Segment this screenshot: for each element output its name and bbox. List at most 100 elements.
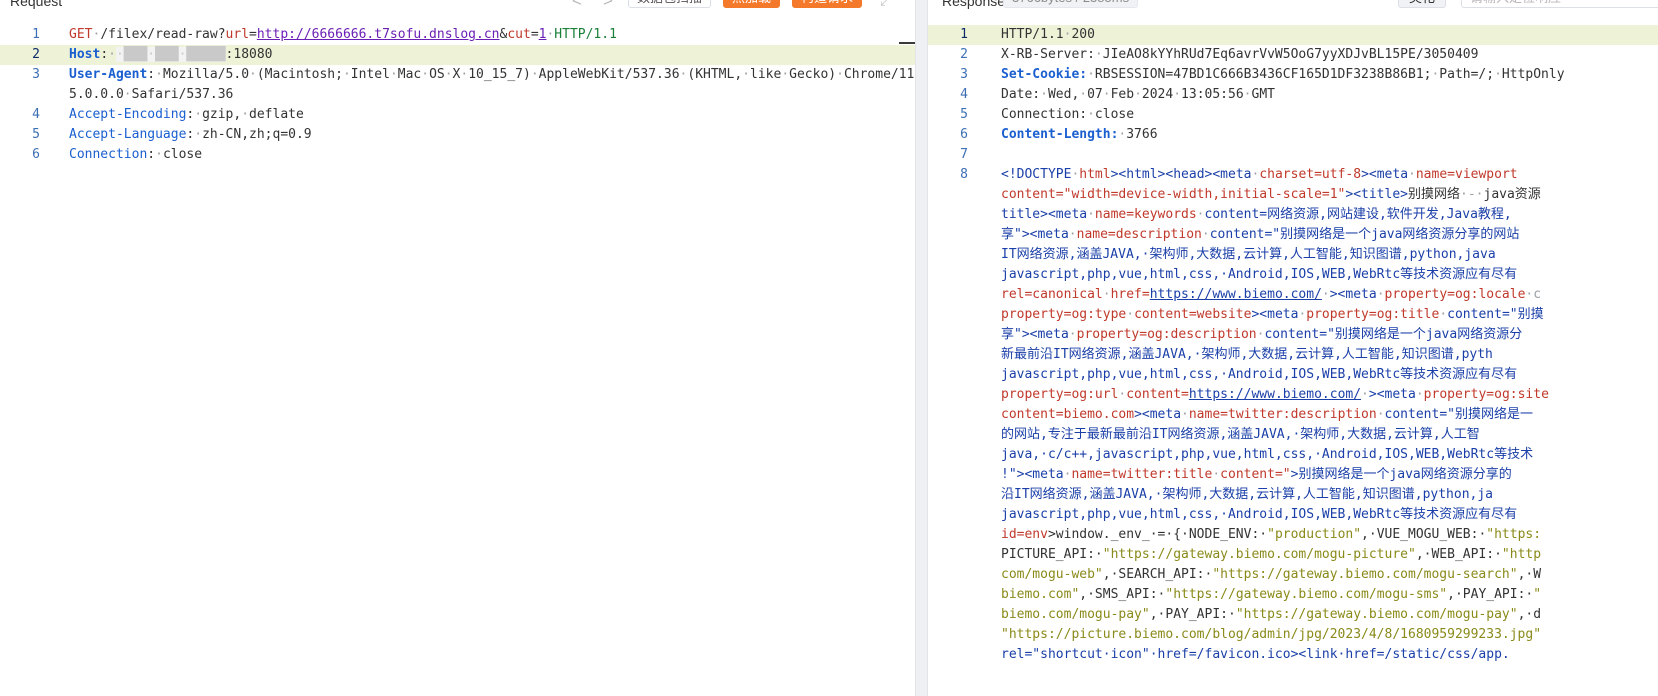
code-text: GET·/filex/read-raw?url=http://6666666.t… (69, 25, 915, 45)
code-token: content=biemo.com (1001, 407, 1135, 422)
code-token: · (781, 67, 790, 82)
code-token: ,·SEARCH_API:· (1102, 567, 1213, 582)
code-wrap-line: content="width=device-width,initial-scal… (1001, 185, 1658, 205)
code-token: content="别摸 (1447, 307, 1544, 322)
line-number: 2 (960, 47, 968, 62)
code-wrap-line: content=biemo.com><meta·name=twitter:des… (1001, 405, 1658, 425)
code-line[interactable]: 2 Host:··███·███·█████:18080 (0, 45, 915, 65)
code-token: rel="shortcut·icon"·href=/favicon.ico><l… (1001, 647, 1510, 662)
code-token: · (1439, 307, 1448, 322)
code-token: · (1196, 207, 1205, 222)
code-token: ><meta (1021, 327, 1069, 342)
line-number: 7 (960, 147, 968, 162)
code-token: · (742, 67, 750, 82)
code-line[interactable]: 5 Connection:·close (928, 105, 1658, 125)
code-token: 的网站,专注于最新最前沿IT网络资源,涵盖JAVA,·架构师,大数据,云计算,人… (1001, 427, 1480, 442)
code-token: ,·d (1517, 607, 1542, 622)
code-line[interactable]: 4 Accept-Encoding:·gzip,·deflate (0, 105, 915, 125)
nav-forward-icon[interactable]: > (603, 0, 613, 10)
code-token: ,·WEB_API:· (1415, 547, 1502, 562)
code-wrap-line: PICTURE_API:·"https://gateway.biemo.com/… (1001, 545, 1658, 565)
code-token: ><meta (1368, 387, 1416, 402)
line-number: 4 (960, 87, 968, 102)
code-token: content=website (1134, 307, 1252, 322)
code-token: · (421, 67, 430, 82)
code-token: property=og:title (1306, 307, 1440, 322)
code-token: 新最前沿IT网络资源,涵盖JAVA,·架构师,大数据,云计算,人工智能,知识图谱… (1001, 347, 1493, 362)
construct-request-button[interactable]: 构造请求 (792, 0, 863, 8)
code-wrap-line: IT网络资源,涵盖JAVA,·架构师,大数据,云计算,人工智能,知识图谱,pyt… (1001, 245, 1658, 265)
line-number: 3 (32, 67, 40, 82)
code-token: · (1376, 407, 1385, 422)
code-token: · (155, 147, 163, 162)
code-line[interactable]: 2 X-RB-Server:·JIeAO8kYYhRUd7Eq6avrVvW5Oo… (928, 45, 1658, 65)
code-token: GMT (1251, 87, 1275, 102)
request-pane: Request < > 数据包扫描 热加载 构造请求 ⤢ 1GET·/filex… (0, 0, 915, 696)
code-token: = (530, 27, 539, 42)
code-line[interactable]: 6 Content-Length:·3766 (928, 125, 1658, 145)
code-token: · (1087, 107, 1095, 122)
code-token: · (155, 67, 163, 82)
code-line[interactable]: 5 Accept-Language:·zh-CN,zh;q=0.9 (0, 125, 915, 145)
code-line[interactable]: 1 HTTP/1.1·200 (928, 25, 1658, 45)
hot-load-button[interactable]: 热加载 (723, 0, 781, 8)
code-token: charset=utf-8 (1259, 167, 1362, 182)
code-token: ·███·███·█████ (115, 47, 226, 62)
packet-scan-button[interactable]: 数据包扫描 (628, 0, 712, 8)
code-token: "https: (1486, 527, 1542, 542)
code-token: <html><head><meta (1118, 167, 1252, 182)
code-token: property=og:type (1001, 307, 1127, 322)
code-line[interactable]: 7 (928, 145, 1658, 165)
code-token: HTTP/1.1 (1001, 27, 1064, 42)
beautify-button[interactable]: 美化 (1398, 0, 1447, 8)
code-token: content="别摸网络是一个java网络资源分 (1264, 327, 1523, 342)
code-wrap-line: javascript,php,vue,html,css,·Android,IOS… (1001, 505, 1658, 525)
response-editor[interactable]: 1 HTTP/1.1·200 2 X-RB-Server:·JIeAO8kYYhRUd… (928, 25, 1658, 696)
code-token: ,·PAY_API:· (1447, 587, 1534, 602)
code-token: · (1102, 87, 1111, 102)
code-token: >别摸网络是一个java网络资源分享的 (1290, 467, 1512, 482)
code-line[interactable]: 1 GET·/filex/read-raw?url=http://6666666.… (0, 25, 915, 45)
code-line[interactable]: 3 Set-Cookie:·RBSESSION=47BD1C666B3436CF1… (928, 65, 1658, 85)
code-token: biemo.com/mogu-pay" (1001, 607, 1150, 622)
code-token: GET (69, 27, 93, 42)
code-wrap-line: 沿IT网络资源,涵盖JAVA,·架构师,大数据,云计算,人工智能,知识图谱,py… (1001, 485, 1658, 505)
request-editor[interactable]: 1 GET·/filex/read-raw?url=http://6666666.… (0, 25, 915, 696)
code-token: (KHTML, (687, 67, 743, 82)
code-wrap-line: javascript,php,vue,html,css,·Android,IOS… (1001, 265, 1658, 285)
code-token: · (1087, 67, 1095, 82)
code-text: HTTP/1.1·200 (1001, 25, 1658, 45)
code-wrap-line: rel=canonical·href=https://www.biemo.com… (1001, 285, 1658, 305)
code-token: · (1040, 87, 1048, 102)
pane-splitter[interactable] (915, 0, 928, 696)
code-line[interactable]: 3 User-Agent:·Mozilla/5.0·(Macintosh;·Int… (0, 65, 915, 105)
nav-back-icon[interactable]: < (572, 0, 582, 10)
locate-response-input[interactable] (1461, 0, 1658, 8)
code-token: name=twitter:title (1071, 467, 1213, 482)
code-text: Connection:·close (1001, 105, 1658, 125)
code-token: content= (1126, 387, 1189, 402)
code-token: 沿IT网络资源,涵盖JAVA,·架构师,大数据,云计算,人工智能,知识图谱,py… (1001, 487, 1494, 502)
code-token: · (1126, 307, 1135, 322)
code-token: Set-Cookie: (1001, 67, 1088, 82)
code-wrap-line: 新最前沿IT网络资源,涵盖JAVA,·架构师,大数据,云计算,人工智能,知识图谱… (1001, 345, 1658, 365)
code-line[interactable]: 8 <!DOCTYPE·html><html><head><meta·charse… (928, 165, 1658, 665)
code-token: property=og:url (1001, 387, 1119, 402)
code-token: property=og:description (1076, 327, 1257, 342)
code-token: · (123, 87, 132, 102)
code-line[interactable]: 6 Connection:·close (0, 145, 915, 165)
code-wrap-line: com/mogu-web",·SEARCH_API:·"https://gate… (1001, 565, 1658, 585)
code-wrap-line: 的网站,专注于最新最前沿IT网络资源,涵盖JAVA,·架构师,大数据,云计算,人… (1001, 425, 1658, 445)
expand-icon[interactable]: ⤢ (880, 0, 892, 10)
code-token: zh-CN,zh;q=0.9 (202, 127, 312, 142)
code-wrap-line: <!DOCTYPE·html><html><head><meta·charset… (1001, 165, 1658, 185)
code-token: 享" (1001, 327, 1022, 342)
line-number: 1 (32, 27, 40, 42)
response-title: Responses (942, 0, 1013, 9)
code-token: "https://gateway.biemo.com/mogu-picture" (1102, 547, 1416, 562)
line-number: 5 (960, 107, 968, 122)
code-token: · (1068, 227, 1077, 242)
code-token: ,·PAY_API:· (1149, 607, 1236, 622)
line-number: 4 (32, 107, 40, 122)
code-line[interactable]: 4 Date:·Wed,·07·Feb·2024·13:05:56·GMT (928, 85, 1658, 105)
